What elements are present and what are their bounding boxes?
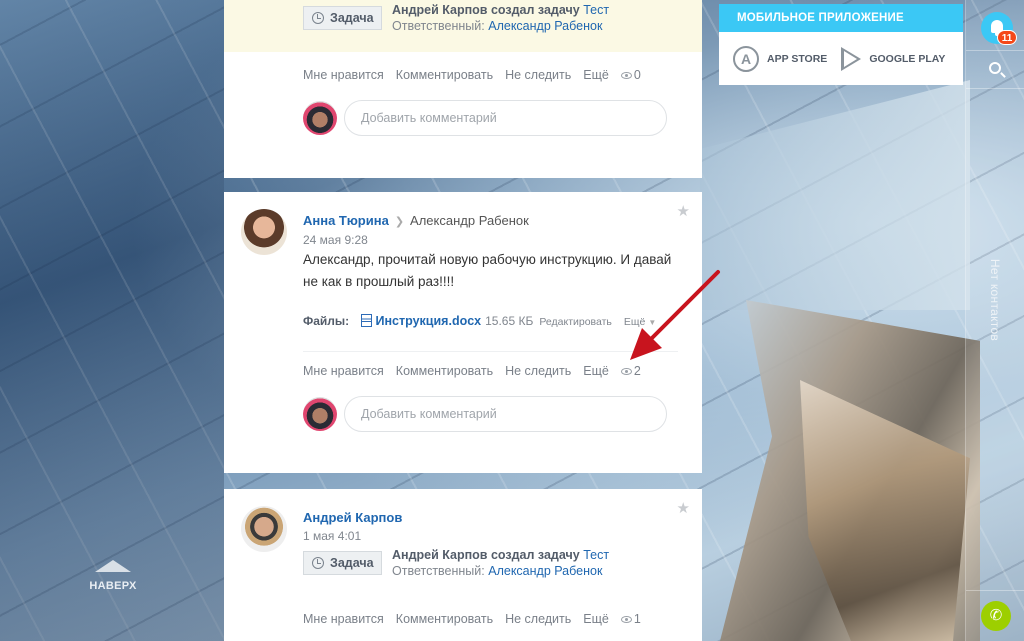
task-created-text: Андрей Карпов создал задачу xyxy=(392,548,580,562)
unfollow-button[interactable]: Не следить xyxy=(505,364,571,378)
contacts-empty-text: Нет контактов xyxy=(988,258,1002,342)
task-created-text: Андрей Карпов создал задачу xyxy=(392,3,580,17)
scroll-up-button[interactable]: НАВЕРХ xyxy=(85,560,141,592)
task-info: Андрей Карпов создал задачу Тест Ответст… xyxy=(392,547,609,579)
views-counter[interactable]: 1 xyxy=(620,612,641,626)
sidebar-divider xyxy=(966,590,1024,591)
google-play-icon xyxy=(841,46,862,71)
clock-icon xyxy=(312,12,324,24)
more-button[interactable]: Ещё xyxy=(583,612,609,626)
post-actions: Мне нравится Комментировать Не следить Е… xyxy=(303,364,641,378)
file-more-button[interactable]: Ещё ▼ xyxy=(624,316,656,328)
responsible-label: Ответственный: xyxy=(392,19,485,33)
current-user-avatar xyxy=(303,101,337,135)
unfollow-button[interactable]: Не следить xyxy=(505,68,571,82)
feed-post-top: Задача Андрей Карпов создал задачу Тест … xyxy=(224,0,702,178)
sidebar-divider xyxy=(966,50,1024,51)
phone-icon[interactable]: ✆ xyxy=(981,601,1011,631)
google-play-button[interactable]: GOOGLE PLAY xyxy=(841,46,945,71)
post-actions: Мне нравится Комментировать Не следить Е… xyxy=(303,612,641,626)
feed-post-message: Анна Тюрина ❯ Александр Рабенок 24 мая 9:2… xyxy=(224,192,702,473)
eye-icon xyxy=(620,615,632,623)
clock-icon xyxy=(312,557,324,569)
task-badge[interactable]: Задача xyxy=(303,6,382,30)
views-counter[interactable]: 0 xyxy=(620,68,641,82)
author-link[interactable]: Анна Тюрина xyxy=(303,213,389,228)
notifications-count: 11 xyxy=(997,30,1017,45)
unfollow-button[interactable]: Не следить xyxy=(505,612,571,626)
task-title-link[interactable]: Тест xyxy=(583,548,609,562)
promo-body: A APP STORE GOOGLE PLAY xyxy=(719,32,963,85)
like-button[interactable]: Мне нравится xyxy=(303,364,384,378)
comment-button[interactable]: Комментировать xyxy=(396,68,493,82)
author-link[interactable]: Андрей Карпов xyxy=(303,510,402,525)
mobile-app-promo: МОБИЛЬНОЕ ПРИЛОЖЕНИЕ A APP STORE GOOGLE … xyxy=(719,4,963,85)
app-store-icon: A xyxy=(733,45,759,72)
eye-icon xyxy=(620,71,632,79)
task-title-link[interactable]: Тест xyxy=(583,3,609,17)
arrow-up-icon xyxy=(95,560,131,572)
comment-button[interactable]: Комментировать xyxy=(396,612,493,626)
background-shade xyxy=(0,0,224,641)
divider xyxy=(303,351,678,352)
author-avatar[interactable] xyxy=(241,506,287,552)
promo-title: МОБИЛЬНОЕ ПРИЛОЖЕНИЕ xyxy=(719,4,963,32)
task-badge[interactable]: Задача xyxy=(303,551,382,575)
responsible-link[interactable]: Александр Рабенок xyxy=(488,19,602,33)
file-icon xyxy=(360,314,372,327)
post-actions: Мне нравится Комментировать Не следить Е… xyxy=(303,68,641,82)
feed-post-task: Андрей Карпов 1 мая 4:01 ★ Задача Андрей… xyxy=(224,489,702,641)
scroll-up-label: НАВЕРХ xyxy=(89,580,137,592)
recipient-separator-icon: ❯ xyxy=(394,216,405,228)
star-icon[interactable]: ★ xyxy=(677,202,690,220)
app-store-button[interactable]: A APP STORE xyxy=(733,45,827,72)
eye-icon xyxy=(620,367,632,375)
author-avatar[interactable] xyxy=(241,209,287,255)
right-sidebar: 11 Нет контактов ✆ xyxy=(965,0,1024,641)
views-counter[interactable]: 2 xyxy=(620,364,641,378)
more-button[interactable]: Ещё xyxy=(583,68,609,82)
post-date[interactable]: 24 мая 9:28 xyxy=(303,233,368,247)
sidebar-divider xyxy=(966,88,1024,89)
task-info: Андрей Карпов создал задачу Тест Ответст… xyxy=(392,2,609,34)
files-row: Файлы: Инструкция.docx 15.65 КБ Редактиров… xyxy=(303,314,656,328)
file-size: 15.65 КБ xyxy=(485,314,534,328)
like-button[interactable]: Мне нравится xyxy=(303,68,384,82)
search-icon[interactable] xyxy=(989,62,1001,74)
file-edit-button[interactable]: Редактировать xyxy=(539,316,612,328)
post-text: Александр, прочитай новую рабочую инстру… xyxy=(303,252,672,289)
files-label: Файлы: xyxy=(303,314,350,328)
responsible-link[interactable]: Александр Рабенок xyxy=(488,564,602,578)
chevron-down-icon: ▼ xyxy=(648,318,657,327)
star-icon[interactable]: ★ xyxy=(677,499,690,517)
post-date[interactable]: 1 мая 4:01 xyxy=(303,529,361,543)
comment-input[interactable]: Добавить комментарий xyxy=(344,396,667,432)
author-line: Анна Тюрина ❯ Александр Рабенок xyxy=(303,213,529,228)
author-line: Андрей Карпов xyxy=(303,510,402,525)
file-link[interactable]: Инструкция.docx xyxy=(376,314,482,328)
recipient-link[interactable]: Александр Рабенок xyxy=(410,213,529,228)
responsible-label: Ответственный: xyxy=(392,564,485,578)
comment-input[interactable]: Добавить комментарий xyxy=(344,100,667,136)
more-button[interactable]: Ещё xyxy=(583,364,609,378)
current-user-avatar xyxy=(303,397,337,431)
comment-button[interactable]: Комментировать xyxy=(396,364,493,378)
like-button[interactable]: Мне нравится xyxy=(303,612,384,626)
